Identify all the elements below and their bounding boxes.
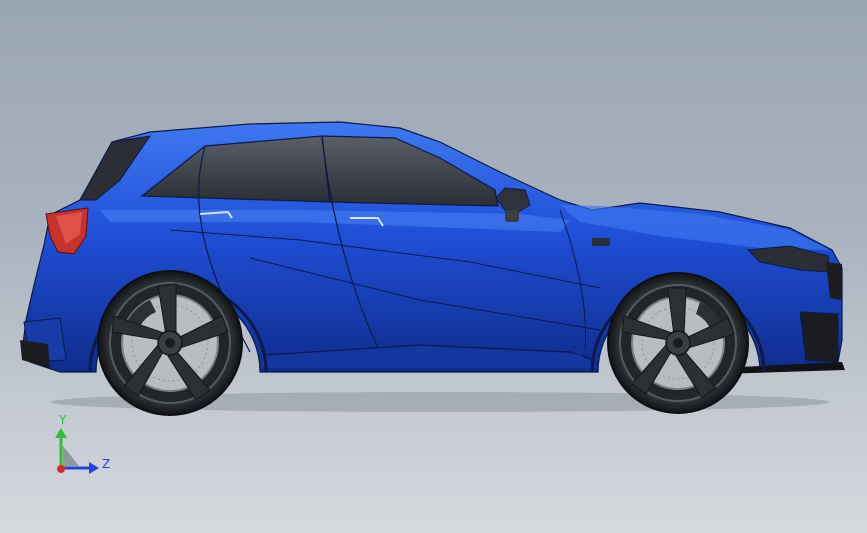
fender-badge	[592, 238, 610, 246]
y-axis-label: Y	[59, 413, 67, 427]
front-bumper-intake	[799, 311, 839, 363]
triad-plane-shade	[63, 446, 79, 466]
car-model-view[interactable]	[0, 0, 867, 533]
z-axis-label: Z	[102, 457, 111, 471]
rear-wheel[interactable]	[97, 270, 243, 416]
orientation-triad: Y Z	[45, 410, 125, 480]
triad-axes	[55, 428, 99, 474]
graphics-viewport[interactable]: Y Z	[0, 0, 867, 533]
front-wheel[interactable]	[607, 272, 749, 414]
mirror-mount	[505, 210, 519, 222]
y-axis-arrowhead	[55, 428, 67, 438]
z-axis-arrowhead	[89, 462, 99, 474]
x-axis-origin	[57, 465, 65, 473]
